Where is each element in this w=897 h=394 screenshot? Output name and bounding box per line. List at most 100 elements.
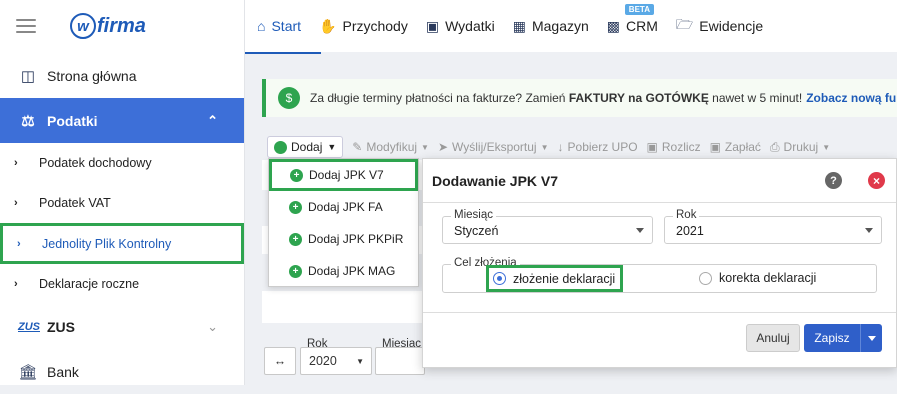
download-upo-button[interactable]: ↓ Pobierz UPO: [558, 140, 638, 154]
send-icon: ➤: [437, 140, 449, 154]
top-navigation: ⌂ Start ✋ Przychody ▣ Wydatki ▦ Magazyn …: [245, 0, 897, 52]
active-tab-indicator: [245, 52, 321, 54]
sidebar-item-annual[interactable]: › Deklaracje roczne: [0, 264, 244, 304]
add-jpk-dialog: Dodawanie JPK V7 ? × Miesiąc Styczeń Rok…: [422, 158, 897, 368]
tab-warehouse[interactable]: ▦ Magazyn: [513, 18, 589, 35]
year-select-value: 2021: [676, 224, 704, 238]
tab-crm[interactable]: ▩ CRM BETA: [606, 3, 658, 35]
banner-bold: FAKTURY na GOTÓWKĘ: [568, 91, 709, 105]
caret-down-icon: ▼: [421, 142, 429, 152]
save-options-dropdown[interactable]: [860, 324, 882, 352]
sidebar-item-label: Podatek VAT: [39, 196, 111, 210]
tab-label: Przychody: [342, 18, 408, 34]
caret-down-icon: [867, 335, 876, 341]
cancel-button[interactable]: Anuluj: [746, 324, 800, 352]
hand-coin-icon: ✋: [319, 17, 337, 34]
pay-button[interactable]: ▣ Zapłać: [710, 140, 761, 154]
home-money-icon: ◫: [20, 67, 36, 85]
sidebar-item-label: ZUS: [47, 318, 75, 335]
chevron-right-icon: ›: [14, 157, 18, 169]
tab-label: Wydatki: [445, 18, 495, 34]
plus-icon: +: [274, 140, 287, 154]
menu-item-label: Dodaj JPK FA: [308, 200, 383, 214]
radio-submit-label: złożenie deklaracji: [513, 271, 616, 286]
expand-arrows-icon[interactable]: ↔: [264, 347, 296, 375]
radio-checked-icon: [493, 272, 506, 285]
cancel-label: Anuluj: [756, 331, 790, 345]
sidebar-item-label: Deklaracje roczne: [39, 277, 140, 291]
folder-icon: 🗁: [675, 16, 694, 32]
beta-badge: BETA: [624, 3, 654, 15]
save-button[interactable]: Zapisz: [804, 324, 882, 352]
print-button[interactable]: ⎙ Drukuj ▼: [770, 140, 830, 155]
plus-icon: +: [289, 200, 302, 214]
chevron-up-icon: ⌃: [207, 112, 218, 128]
tab-start[interactable]: ⌂ Start: [257, 18, 301, 34]
wfirma-logo[interactable]: w firma: [70, 13, 146, 39]
sidebar: w firma ◫ Strona główna ⚖ Podatki ⌃ › Po…: [0, 0, 245, 385]
edit-icon: ✎: [352, 140, 363, 154]
sidebar-item-vat[interactable]: › Podatek VAT: [0, 183, 244, 223]
hamburger-menu-icon[interactable]: [16, 19, 36, 33]
month-filter-select[interactable]: [375, 347, 425, 375]
year-select[interactable]: Rok 2021: [664, 209, 882, 244]
bank-icon: 🏛: [18, 363, 38, 381]
help-icon[interactable]: ?: [825, 172, 842, 189]
caret-down-icon: ▼: [327, 142, 337, 152]
sidebar-item-label: Jednolity Plik Kontrolny: [42, 236, 172, 251]
month-select-value: Styczeń: [454, 224, 499, 238]
sidebar-item-taxes[interactable]: ⚖ Podatki ⌃: [0, 98, 244, 143]
send-export-button[interactable]: ➤ Wyślij/Eksportuj ▼: [438, 140, 549, 154]
modify-button[interactable]: ✎ Modyfikuj ▼: [352, 140, 429, 154]
menu-item-label: Dodaj JPK V7: [309, 168, 384, 182]
settle-label: Rozlicz: [661, 140, 701, 154]
banner-text: Za długie terminy płatności na fakturze?…: [310, 91, 566, 105]
banner-link[interactable]: Zobacz nową funkcję: [806, 91, 897, 105]
sidebar-item-label: Podatek dochodowy: [39, 156, 152, 170]
tab-income[interactable]: ✋ Przychody: [319, 18, 408, 35]
caret-down-icon: [636, 228, 644, 233]
tab-label: Ewidencje: [699, 18, 764, 34]
sidebar-item-label: Strona główna: [47, 67, 137, 84]
plus-icon: +: [289, 264, 302, 278]
printer-icon: ⎙: [769, 139, 780, 154]
chevron-down-icon: ⌄: [207, 318, 218, 334]
menu-item-add-jpk-pkpir[interactable]: + Dodaj JPK PKPiR: [269, 223, 418, 255]
caret-down-icon: [865, 228, 873, 233]
save-label: Zapisz: [814, 331, 850, 345]
wallet-icon: ▣: [425, 17, 440, 34]
month-select-label: Miesiąc: [451, 209, 496, 221]
warehouse-icon: ▦: [512, 17, 526, 34]
settle-button[interactable]: ▣ Rozlicz: [647, 140, 701, 154]
add-dropdown-menu: + Dodaj JPK V7 + Dodaj JPK FA + Dodaj JP…: [268, 158, 419, 287]
sidebar-item-income-tax[interactable]: › Podatek dochodowy: [0, 143, 244, 183]
add-button[interactable]: + Dodaj ▼: [267, 136, 344, 158]
dialog-title: Dodawanie JPK V7: [432, 172, 559, 189]
radio-submit[interactable]: złożenie deklaracji: [486, 265, 624, 292]
caret-down-icon: ▼: [356, 356, 364, 366]
radio-correction[interactable]: korekta deklaracji: [699, 271, 816, 285]
arrow-down-icon: ↓: [557, 140, 564, 154]
contact-card-icon: ▩: [606, 17, 621, 34]
logo-text: firma: [97, 14, 146, 37]
sidebar-item-bank[interactable]: 🏛 Bank: [0, 349, 244, 394]
year-select-label: Rok: [673, 209, 700, 221]
month-select[interactable]: Miesiąc Styczeń: [442, 209, 653, 244]
chevron-right-icon: ›: [14, 278, 18, 290]
menu-item-add-jpk-mag[interactable]: + Dodaj JPK MAG: [269, 255, 418, 287]
banner-text-2: nawet w 5 minut!: [712, 91, 803, 105]
sidebar-item-zus[interactable]: ZUS ZUS ⌄: [0, 304, 244, 349]
pay-label: Zapłać: [724, 140, 761, 154]
toolbar: + Dodaj ▼ ✎ Modyfikuj ▼ ➤ Wyślij/Eksport…: [267, 134, 897, 160]
chevron-right-icon: ›: [14, 197, 18, 209]
sidebar-item-jpk[interactable]: › Jednolity Plik Kontrolny: [0, 223, 244, 264]
menu-item-label: Dodaj JPK MAG: [308, 264, 396, 278]
sidebar-item-home[interactable]: ◫ Strona główna: [0, 53, 244, 98]
tab-expenses[interactable]: ▣ Wydatki: [426, 18, 495, 35]
menu-item-add-jpk-v7[interactable]: + Dodaj JPK V7: [269, 159, 418, 191]
year-filter-select[interactable]: 2020 ▼: [300, 347, 372, 375]
close-icon[interactable]: ×: [868, 172, 885, 189]
menu-item-add-jpk-fa[interactable]: + Dodaj JPK FA: [269, 191, 418, 223]
promo-banner: $ Za długie terminy płatności na fakturz…: [262, 79, 897, 117]
tab-records[interactable]: 🗁 Ewidencje: [676, 14, 763, 38]
